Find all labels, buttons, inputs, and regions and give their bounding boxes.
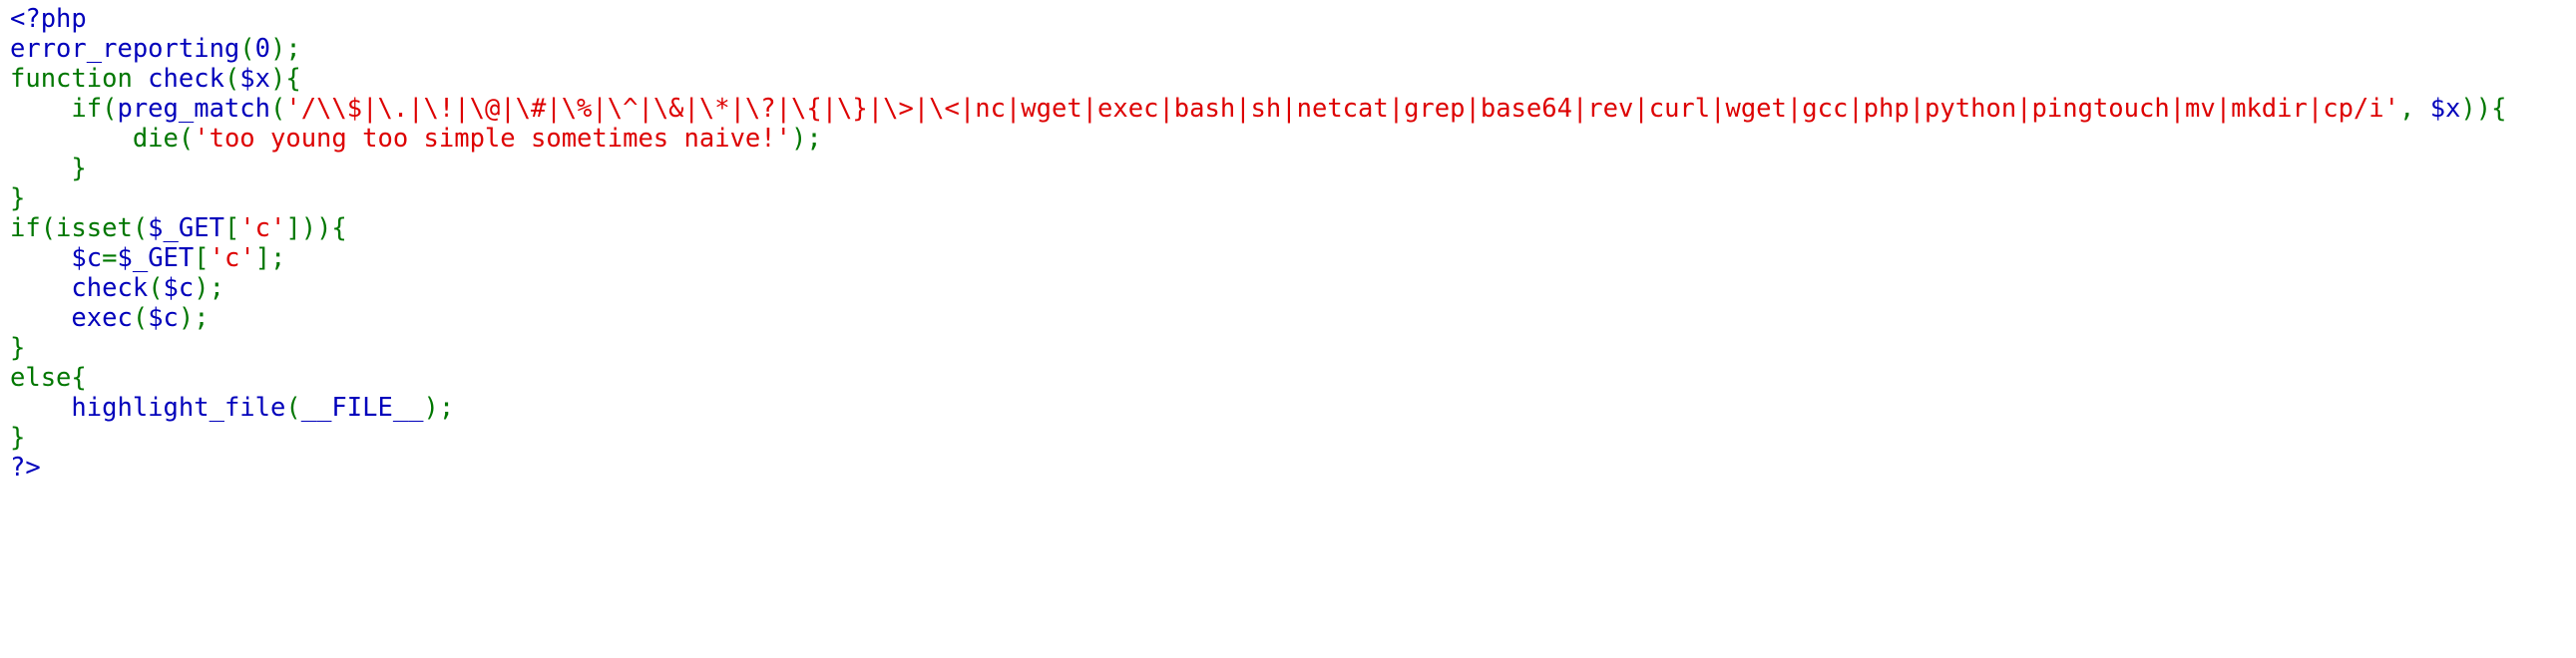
code-token-default: $x (239, 64, 271, 94)
code-token-keyword: ( (270, 94, 286, 124)
php-source-code: <?php error_reporting(0); function check($… (10, 4, 2506, 483)
code-token-keyword: ( (223, 64, 240, 94)
code-line: if(isset($_GET['c'])){ (10, 213, 2506, 243)
code-token-default: <?php (10, 4, 87, 34)
code-token-keyword: ); (790, 124, 822, 154)
code-line: die('too young too simple sometimes naiv… (10, 124, 2506, 154)
code-line: } (10, 183, 2506, 213)
code-token-keyword (10, 243, 71, 273)
code-line: check($c); (10, 273, 2506, 303)
code-token-default: preg_match (117, 94, 270, 124)
code-token-default: __FILE__ (300, 393, 424, 423)
code-token-default: check (71, 273, 149, 303)
code-token-default: 0 (254, 34, 271, 64)
code-token-default: $c (148, 303, 179, 333)
code-token-keyword (10, 393, 71, 423)
code-token-default: highlight_file (71, 393, 286, 423)
code-token-keyword: } (10, 154, 87, 183)
code-line: $c=$_GET['c']; (10, 243, 2506, 273)
code-token-default: $x (2429, 94, 2461, 124)
code-token-string: 'too young too simple sometimes naive!' (194, 124, 791, 154)
code-token-keyword: } (10, 423, 26, 453)
code-token-keyword: ); (423, 393, 455, 423)
code-line: <?php (10, 4, 2506, 34)
code-token-keyword: ( (132, 303, 149, 333)
code-token-default: $c (71, 243, 103, 273)
code-token-keyword: ])){ (285, 213, 347, 243)
code-token-default: error_reporting (10, 34, 240, 64)
code-token-default: exec (71, 303, 133, 333)
code-token-keyword: = (102, 243, 118, 273)
code-line: if(preg_match('/\\$|\.|\!|\@|\#|\%|\^|\&… (10, 94, 2506, 124)
code-token-string: '/\\$|\.|\!|\@|\#|\%|\^|\&|\*|\?|\{|\}|\… (285, 94, 2399, 124)
code-token-keyword: , (2398, 94, 2430, 124)
code-line: error_reporting(0); (10, 34, 2506, 64)
code-line: exec($c); (10, 303, 2506, 333)
code-line: function check($x){ (10, 64, 2506, 94)
code-token-keyword: [ (194, 243, 210, 273)
code-token-keyword (10, 273, 71, 303)
code-token-default: $c (163, 273, 195, 303)
code-line: ?> (10, 453, 2506, 483)
code-token-keyword: )){ (2460, 94, 2507, 124)
code-token-keyword: function (10, 64, 149, 94)
code-token-default: ?> (10, 453, 41, 483)
code-token-keyword: } (10, 183, 26, 213)
code-line: highlight_file(__FILE__); (10, 393, 2506, 423)
code-token-keyword: ]; (254, 243, 286, 273)
code-token-keyword: [ (223, 213, 240, 243)
code-token-keyword: ( (239, 34, 255, 64)
code-token-keyword: else{ (10, 363, 87, 393)
code-token-string: 'c' (239, 213, 286, 243)
code-token-default: $_GET (117, 243, 195, 273)
code-token-keyword: if(isset( (10, 213, 149, 243)
code-line: else{ (10, 363, 2506, 393)
code-token-keyword: ( (285, 393, 301, 423)
code-token-keyword: } (10, 333, 26, 363)
code-token-keyword: ){ (270, 64, 301, 94)
code-token-string: 'c' (209, 243, 255, 273)
code-token-default: $_GET (148, 213, 224, 243)
code-token-keyword: if( (10, 94, 118, 124)
code-line: } (10, 333, 2506, 363)
code-token-keyword: ( (148, 273, 164, 303)
code-token-keyword: ); (194, 273, 224, 303)
code-line: } (10, 154, 2506, 183)
code-token-default: check (148, 64, 224, 94)
code-token-keyword (10, 303, 71, 333)
code-token-keyword: ); (178, 303, 210, 333)
code-line: } (10, 423, 2506, 453)
code-token-keyword: ); (270, 34, 301, 64)
code-token-keyword: die( (10, 124, 195, 154)
